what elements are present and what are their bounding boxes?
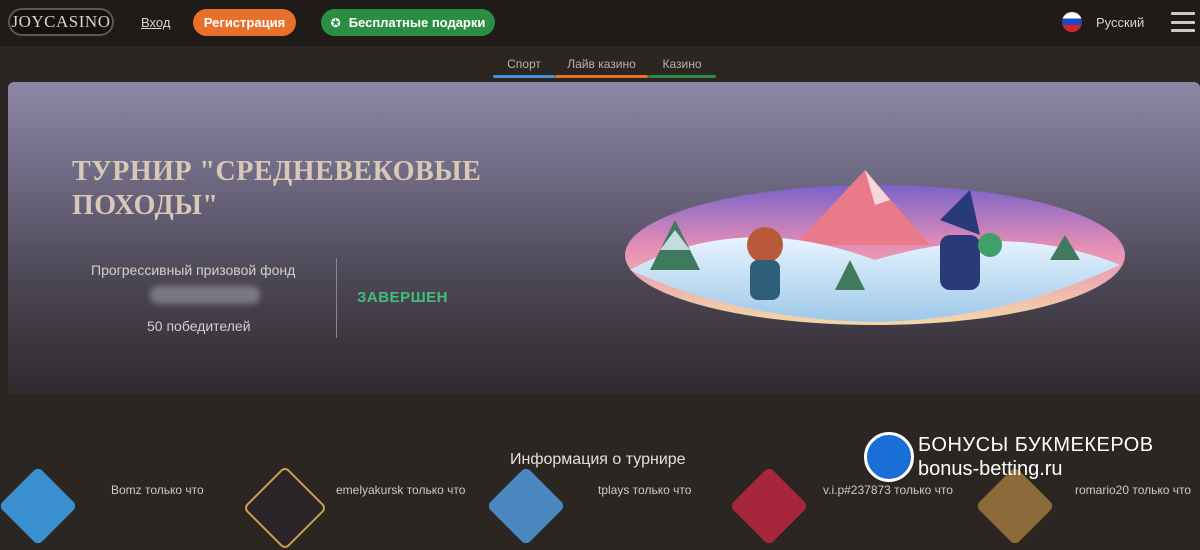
tab-sport-underline (493, 75, 555, 78)
game-thumbnail[interactable] (486, 466, 566, 546)
gift-icon: ✪ (330, 15, 341, 30)
banner-divider (336, 258, 337, 338)
tournament-status: ЗАВЕРШЕН (357, 289, 448, 306)
top-header: JOYCASINO Вход Регистрация ✪ Бесплатные … (0, 0, 1200, 46)
winner-entry: emelyakursk только что (336, 483, 466, 497)
tournament-title: ТУРНИР "СРЕДНЕВЕКОВЫЕ ПОХОДЫ" (72, 156, 482, 221)
game-thumbnail[interactable] (0, 466, 78, 546)
tab-casino-underline (648, 75, 716, 78)
tab-casino-label: Казино (662, 57, 702, 71)
russia-flag-icon[interactable] (1062, 12, 1082, 32)
tab-sport-label: Спорт (507, 57, 541, 71)
sub-navigation: Спорт Лайв казино Казино (0, 46, 1200, 80)
prize-fund-value-blurred (150, 286, 260, 304)
watermark-url: bonus-betting.ru (918, 458, 1063, 480)
tab-live-casino[interactable]: Лайв казино (555, 57, 648, 78)
game-thumbnail[interactable] (729, 466, 809, 546)
winner-entry: tplays только что (598, 483, 692, 497)
language-selector[interactable]: Русский (1096, 15, 1144, 30)
game-thumbnail[interactable] (242, 465, 328, 550)
winner-entry: Bomz только что (111, 483, 204, 497)
winner-entry: romario20 только что (1075, 483, 1192, 497)
free-gifts-label: Бесплатные подарки (348, 15, 486, 30)
login-link[interactable]: Вход (141, 15, 170, 30)
prize-fund-label: Прогрессивный призовой фонд (91, 262, 296, 278)
watermark-title: БОНУСЫ БУКМЕКЕРОВ (918, 434, 1154, 456)
winners-count: 50 победителей (147, 318, 251, 334)
tab-live-casino-label: Лайв казино (567, 57, 636, 71)
tab-sport[interactable]: Спорт (493, 57, 555, 78)
tab-live-casino-underline (555, 75, 648, 78)
winner-entry: v.i.p#237873 только что (823, 483, 953, 497)
tab-casino[interactable]: Казино (648, 57, 716, 78)
register-button[interactable]: Регистрация (193, 9, 296, 36)
joycasino-logo[interactable]: JOYCASINO (8, 8, 114, 36)
tournament-info-heading: Информация о турнире (510, 451, 686, 468)
hamburger-menu-icon[interactable] (1171, 12, 1195, 32)
free-gifts-button[interactable]: ✪ Бесплатные подарки (321, 9, 495, 36)
tournament-illustration (625, 170, 1125, 325)
soccer-ball-icon (864, 432, 914, 482)
